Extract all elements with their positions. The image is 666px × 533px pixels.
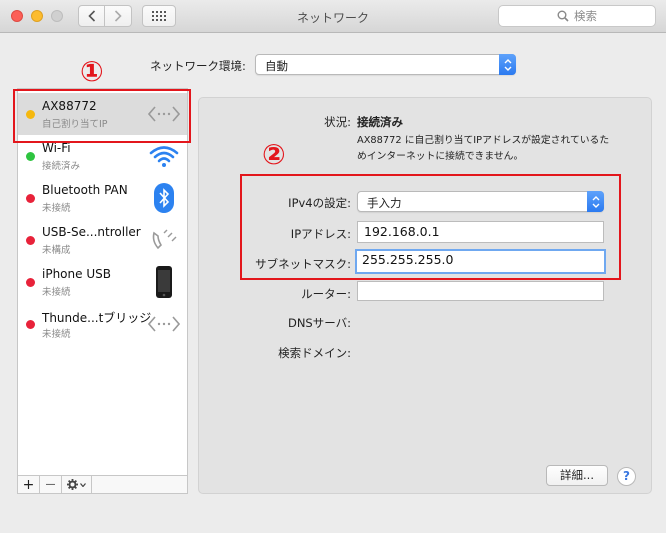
status-dot	[26, 320, 35, 329]
status-value: 接続済み	[357, 115, 403, 129]
status-dot	[26, 194, 35, 203]
service-status: 未構成	[42, 245, 71, 256]
service-name: Wi-Fi	[42, 141, 71, 155]
ethernet-arrows-icon	[147, 307, 181, 341]
status-dot	[26, 152, 35, 161]
iphone-icon	[147, 265, 181, 299]
status-dot	[26, 236, 35, 245]
search-icon	[557, 10, 569, 22]
router-label: ルーター:	[301, 287, 351, 301]
phone-handset-icon	[147, 223, 181, 257]
remove-service-button[interactable]: —	[40, 476, 62, 493]
location-label: ネットワーク環境:	[150, 59, 246, 73]
service-list-toolbar: + —	[17, 475, 188, 494]
updown-chevron-icon	[499, 54, 516, 75]
dns-server-label: DNSサーバ:	[287, 316, 351, 330]
gear-icon	[67, 479, 78, 490]
title-bar: ネットワーク 検索	[0, 0, 666, 33]
annotation-marker-2: ②	[262, 138, 286, 171]
status-dot	[26, 278, 35, 287]
action-menu-button[interactable]	[62, 476, 92, 493]
search-placeholder: 検索	[574, 9, 597, 23]
service-item-usb-serial[interactable]: USB-Se...ntroller 未構成	[18, 219, 187, 261]
service-item-thunderbolt-bridge[interactable]: Thunde...tブリッジ 未接続	[18, 303, 187, 345]
service-status: 未接続	[42, 329, 71, 340]
bluetooth-icon	[147, 181, 181, 215]
service-status: 未接続	[42, 203, 71, 214]
service-name: iPhone USB	[42, 267, 111, 281]
search-field[interactable]: 検索	[498, 5, 656, 27]
annotation-box-1	[13, 89, 191, 143]
status-description: AX88772 に自己割り当てIPアドレスが設定されているためインターネットに接…	[357, 135, 610, 162]
wifi-icon	[147, 139, 181, 173]
service-status: 未接続	[42, 287, 71, 298]
service-item-iphone-usb[interactable]: iPhone USB 未接続	[18, 261, 187, 303]
add-service-button[interactable]: +	[18, 476, 40, 493]
service-name: USB-Se...ntroller	[42, 225, 141, 239]
search-domain-label: 検索ドメイン:	[278, 346, 351, 360]
help-button[interactable]: ?	[617, 467, 636, 486]
service-status: 接続済み	[42, 161, 81, 172]
status-label: 状況:	[324, 115, 351, 129]
annotation-marker-1: ①	[80, 55, 104, 88]
location-popup[interactable]: 自動	[255, 54, 516, 75]
service-name: Thunde...tブリッジ	[42, 311, 152, 325]
service-list: AX88772 自己割り当てIP Wi-Fi 接続済み Bluetooth PA…	[17, 88, 188, 476]
annotation-box-2	[240, 174, 621, 280]
location-value: 自動	[265, 59, 288, 73]
service-name: Bluetooth PAN	[42, 183, 128, 197]
service-item-bluetooth-pan[interactable]: Bluetooth PAN 未接続	[18, 177, 187, 219]
advanced-button[interactable]: 詳細...	[546, 465, 608, 486]
router-field[interactable]	[357, 281, 604, 301]
chevron-down-icon	[80, 482, 86, 487]
